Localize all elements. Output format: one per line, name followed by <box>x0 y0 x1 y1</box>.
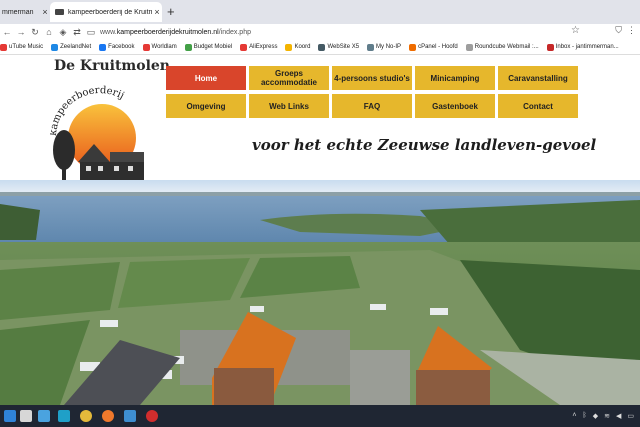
bookmark-item[interactable]: Facebook <box>99 43 135 51</box>
bookmark-favicon-icon <box>184 43 192 51</box>
caravan-icon <box>55 9 64 15</box>
bookmark-favicon-icon <box>318 43 326 51</box>
nav-gastenboek[interactable]: Gastenboek <box>415 94 495 118</box>
bookmarks-bar: uTube Music ZeelandNet Facebook Worldlam… <box>0 40 640 55</box>
wifi-icon[interactable]: ≋ <box>604 412 610 420</box>
bookmark-item[interactable]: cPanel - Hoofd <box>409 43 458 51</box>
nav-caravanstalling[interactable]: Caravanstalling <box>498 66 578 90</box>
firefox-icon[interactable] <box>102 410 114 422</box>
reload-icon[interactable]: ↻ <box>28 27 42 38</box>
chrome-icon[interactable] <box>80 410 92 422</box>
tab-inactive[interactable]: mmerman × <box>0 2 50 22</box>
bookmark-item[interactable]: uTube Music <box>0 43 43 51</box>
windows-taskbar: ˄ ᛒ ◆ ≋ ◀ ▭ <box>0 405 640 427</box>
tree-shape <box>53 130 75 180</box>
dropbox-icon[interactable]: ◆ <box>593 412 598 420</box>
tracking-shield-icon[interactable]: ◈ <box>56 27 70 38</box>
bookmark-favicon-icon <box>285 43 293 51</box>
bookmark-item[interactable]: AliExpress <box>240 43 277 51</box>
bookmark-favicon-icon <box>240 43 248 51</box>
bookmark-item[interactable]: My No-IP <box>367 43 401 51</box>
system-tray: ˄ ᛒ ◆ ≋ ◀ ▭ <box>572 412 634 420</box>
pinned-app-icon[interactable] <box>146 410 158 422</box>
forward-icon[interactable]: → <box>14 27 28 37</box>
bookmark-favicon-icon <box>367 43 375 51</box>
bookmark-item[interactable]: Roundcube Webmail :... <box>465 43 539 51</box>
aerial-photo <box>0 180 640 405</box>
bookmark-item[interactable]: Inbox - jantimmerman... <box>546 43 619 51</box>
bookmark-item[interactable]: Worldlam <box>142 43 177 51</box>
nav-faq[interactable]: FAQ <box>332 94 412 118</box>
tab-label: kampeerboerderij de Kruitmolen <box>68 8 152 16</box>
new-tab-button[interactable]: + <box>167 4 175 19</box>
search-icon[interactable] <box>20 410 32 422</box>
back-icon[interactable]: ← <box>0 27 14 37</box>
url-input[interactable]: www.kampeerboerderijdekruitmolen.nl/inde… <box>100 29 251 36</box>
bookmark-item[interactable]: Koord <box>285 43 310 51</box>
extensions-icon[interactable]: ⋮ <box>627 25 636 36</box>
edge-icon[interactable] <box>58 410 70 422</box>
tray-expand-icon[interactable]: ˄ <box>572 412 576 420</box>
notepad-icon[interactable] <box>124 410 136 422</box>
nav-web-links[interactable]: Web Links <box>249 94 329 118</box>
nav-contact[interactable]: Contact <box>498 94 578 118</box>
bookmark-favicon-icon <box>51 43 59 51</box>
home-icon[interactable]: ⌂ <box>42 27 56 37</box>
tagline: voor het echte Zeeuwse landleven-gevoel <box>252 136 597 154</box>
nav-omgeving[interactable]: Omgeving <box>166 94 246 118</box>
extension-shield-icon[interactable]: ⛉ <box>615 25 622 36</box>
bookmark-favicon-icon <box>99 43 107 51</box>
nav-4-persoons-studios[interactable]: 4-persoons studio's <box>332 66 412 90</box>
page-info-icon[interactable]: ▭ <box>84 27 98 38</box>
url-path: /index.php <box>218 28 251 36</box>
logo-title[interactable]: De Kruitmolen <box>54 58 170 74</box>
bookmark-item[interactable]: ZeelandNet <box>51 43 91 51</box>
url-prefix: www. <box>100 28 117 36</box>
bookmark-favicon-icon <box>0 43 7 51</box>
address-bar: ← → ↻ ⌂ ◈ ⇄ ▭ www.kampeerboerderijdekrui… <box>0 24 640 40</box>
permissions-icon[interactable]: ⇄ <box>70 27 84 38</box>
bookmark-favicon-icon <box>142 43 150 51</box>
tab-close-icon[interactable]: × <box>152 7 162 17</box>
web-page: De Kruitmolen kampeerboerderij Hom <box>0 56 640 405</box>
bookmark-favicon-icon <box>409 43 417 51</box>
tab-close-icon[interactable]: × <box>40 7 50 17</box>
bookmark-star-icon[interactable]: ☆ <box>571 25 580 36</box>
bluetooth-icon[interactable]: ᛒ <box>583 412 587 420</box>
tab-active[interactable]: kampeerboerderij de Kruitmolen × <box>50 2 162 22</box>
battery-icon[interactable]: ▭ <box>627 412 634 420</box>
volume-icon[interactable]: ◀ <box>616 412 621 420</box>
bookmark-favicon-icon <box>465 43 473 51</box>
nav-home[interactable]: Home <box>166 66 246 90</box>
logo-image[interactable]: kampeerboerderij <box>50 78 148 182</box>
windows-start-icon[interactable] <box>4 410 16 422</box>
bookmark-item[interactable]: WebSite X5 <box>318 43 359 51</box>
tab-label: mmerman <box>2 8 34 16</box>
browser-tab-strip: mmerman × kampeerboerderij de Kruitmolen… <box>0 0 640 24</box>
url-domain: kampeerboerderijdekruitmolen.nl <box>116 28 219 36</box>
bookmark-favicon-icon <box>546 43 554 51</box>
nav-minicamping[interactable]: Minicamping <box>415 66 495 90</box>
bookmark-item[interactable]: Budget Mobiel <box>184 43 232 51</box>
widgets-icon[interactable] <box>38 410 50 422</box>
nav-groeps-accommodatie[interactable]: Groeps accommodatie <box>249 66 329 90</box>
